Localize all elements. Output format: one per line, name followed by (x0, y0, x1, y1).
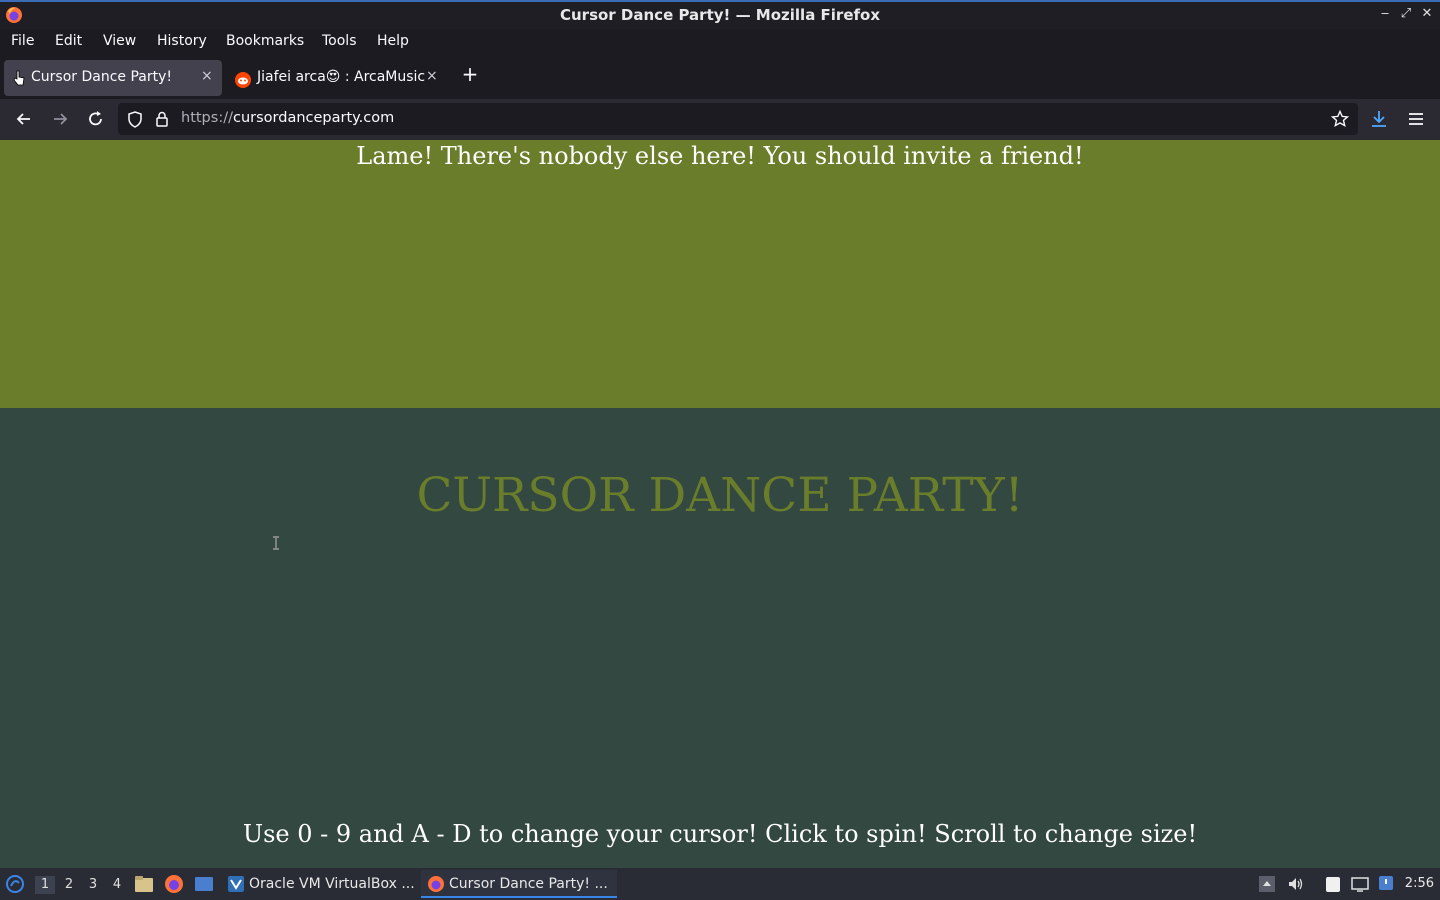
address-bar[interactable]: https://cursordanceparty.com (118, 103, 1358, 135)
reload-icon[interactable] (84, 108, 108, 130)
url-text[interactable]: https://cursordanceparty.com (181, 110, 394, 126)
tab-cursor-dance-party[interactable]: Cursor Dance Party! × (4, 60, 222, 96)
reddit-icon (235, 72, 251, 88)
menu-tools[interactable]: Tools (322, 33, 357, 49)
task-label: Oracle VM VirtualBox ... (249, 876, 415, 892)
hand-cursor-icon (13, 70, 25, 86)
forward-arrow-icon[interactable] (48, 108, 72, 130)
url-protocol: https:// (181, 110, 233, 126)
menu-bar: File Edit View History Bookmarks Tools H… (0, 29, 1440, 56)
virtualbox-icon (228, 876, 244, 892)
desktop-icon[interactable] (194, 875, 214, 893)
top-panel: Lame! There's nobody else here! You shou… (0, 140, 1440, 408)
clipboard-icon[interactable] (1324, 875, 1342, 893)
bookmark-star-icon[interactable] (1331, 110, 1349, 128)
back-arrow-icon[interactable] (12, 108, 36, 130)
window-titlebar: Cursor Dance Party! — Mozilla Firefox ‒ … (0, 0, 1440, 29)
firefox-icon (428, 876, 444, 892)
minimize-icon[interactable]: ‒ (1377, 6, 1393, 22)
hamburger-menu-icon[interactable] (1406, 110, 1426, 128)
lock-icon[interactable] (155, 111, 169, 128)
menu-help[interactable]: Help (377, 33, 409, 49)
clock: 2:56 (1404, 876, 1434, 891)
page-title: CURSOR DANCE PARTY! (416, 468, 1024, 523)
maximize-icon[interactable]: ⤢ (1398, 6, 1414, 22)
task-label: Cursor Dance Party! ... (449, 876, 608, 892)
menu-file[interactable]: File (11, 33, 34, 49)
url-host: cursordanceparty.com (232, 110, 395, 126)
shield-icon[interactable] (127, 111, 143, 128)
new-tab-button[interactable]: + (459, 63, 481, 85)
taskbar: 1 2 3 4 Oracle VM VirtualBox ... Cursor … (0, 868, 1440, 900)
tab-bar: Cursor Dance Party! × Jiafei arca😍 : Arc… (0, 56, 1440, 99)
help-text: Use 0 - 9 and A - D to change your curso… (242, 820, 1198, 848)
page-content[interactable]: Lame! There's nobody else here! You shou… (0, 140, 1440, 868)
menu-bookmarks[interactable]: Bookmarks (226, 33, 304, 49)
window-title: Cursor Dance Party! — Mozilla Firefox (559, 6, 881, 24)
network-icon[interactable] (1351, 875, 1369, 893)
text-cursor-icon (273, 536, 279, 550)
navigation-toolbar: https://cursordanceparty.com (0, 99, 1440, 140)
firefox-launcher-icon[interactable] (164, 874, 184, 894)
tab-label: Cursor Dance Party! (31, 69, 172, 85)
tab-close-icon[interactable]: × (426, 68, 438, 84)
menu-view[interactable]: View (103, 33, 136, 49)
tab-label: Jiafei arca😍 : ArcaMusic (257, 69, 426, 85)
tab-arcamusic[interactable]: Jiafei arca😍 : ArcaMusic × (226, 60, 446, 96)
file-manager-icon[interactable] (134, 875, 154, 893)
workspace-4[interactable]: 4 (107, 876, 127, 894)
workspace-2[interactable]: 2 (59, 876, 79, 894)
volume-icon[interactable] (1287, 875, 1305, 893)
invite-message: Lame! There's nobody else here! You shou… (356, 142, 1084, 170)
workspace-1[interactable]: 1 (35, 876, 55, 894)
task-virtualbox[interactable]: Oracle VM VirtualBox ... (222, 870, 418, 898)
start-menu-icon[interactable] (5, 874, 25, 894)
downloads-icon[interactable] (1369, 109, 1389, 129)
menu-edit[interactable]: Edit (55, 33, 82, 49)
notification-icon[interactable] (1378, 875, 1396, 893)
tray-up-arrow-icon[interactable] (1258, 875, 1276, 893)
task-firefox[interactable]: Cursor Dance Party! ... (421, 870, 617, 898)
close-window-icon[interactable]: ✕ (1419, 6, 1435, 22)
tab-close-icon[interactable]: × (201, 68, 213, 84)
workspace-3[interactable]: 3 (83, 876, 103, 894)
menu-history[interactable]: History (157, 33, 207, 49)
